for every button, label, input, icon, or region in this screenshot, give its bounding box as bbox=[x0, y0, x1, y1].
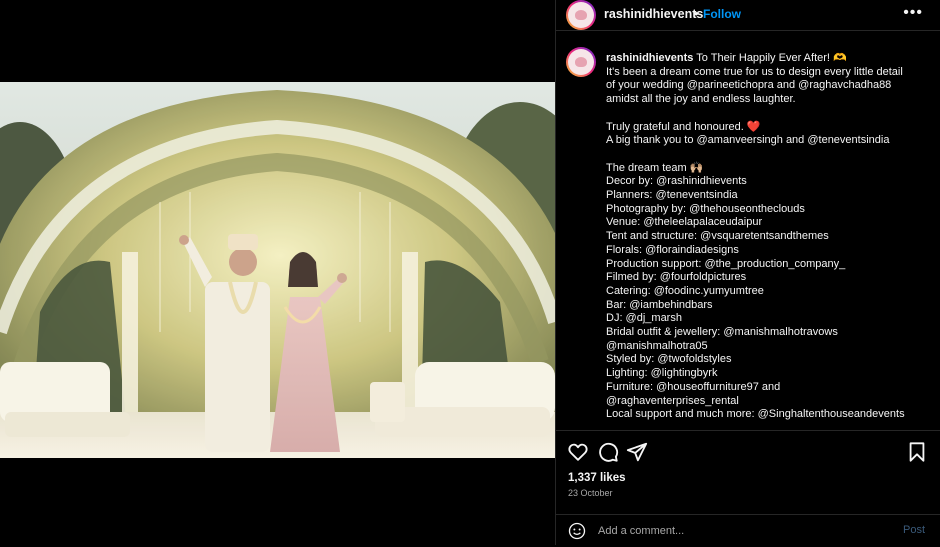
wedding-photo[interactable] bbox=[0, 82, 555, 458]
post-media bbox=[0, 0, 555, 545]
caption-line: Bar: @iambehindbars bbox=[606, 298, 713, 311]
post-caption: rashinidhievents To Their Happily Ever A… bbox=[606, 52, 924, 422]
caption-username[interactable]: rashinidhievents bbox=[606, 52, 693, 64]
brand-logo bbox=[568, 2, 594, 28]
comment-input[interactable] bbox=[598, 522, 878, 540]
caption-line: Florals: @floraindiadesigns bbox=[606, 243, 739, 256]
comment-bar: Post bbox=[556, 514, 940, 547]
caption-first-line: rashinidhievents To Their Happily Ever A… bbox=[606, 52, 924, 66]
caption-line: Lighting: @lightingbyrk bbox=[606, 367, 718, 380]
bookmark-icon[interactable] bbox=[906, 441, 928, 463]
caption-line: @raghaventerprises_rental bbox=[606, 394, 739, 407]
header-username[interactable]: rashinidhievents bbox=[604, 7, 703, 21]
caption-line: Production support: @the_production_comp… bbox=[606, 257, 846, 270]
caption-line: Planners: @teneventsindia bbox=[606, 189, 738, 201]
heart-icon[interactable] bbox=[567, 441, 589, 463]
post-actions: 1,337 likes 23 October Post bbox=[556, 430, 940, 546]
smiley-icon[interactable] bbox=[568, 522, 586, 540]
post-header: rashinidhievents • Follow ••• bbox=[556, 0, 940, 31]
caption-line: Venue: @theleelapalaceudaipur bbox=[606, 216, 763, 229]
caption-line: The dream team 🙌🏼 bbox=[606, 161, 704, 174]
more-options-icon[interactable]: ••• bbox=[903, 4, 923, 22]
caption-line: Tent and structure: @vsquaretentsandthem… bbox=[606, 230, 829, 243]
caption-line: It's been a dream come true for us to de… bbox=[606, 65, 903, 78]
caption-title: To Their Happily Ever After! 🫶 bbox=[696, 52, 847, 64]
caption-line: Photography by: @thehouseontheclouds bbox=[606, 202, 805, 215]
caption-body: It's been a dream come true for us to de… bbox=[606, 66, 924, 422]
header-dot-separator: • bbox=[694, 7, 699, 21]
brand-logo bbox=[568, 49, 594, 75]
likes-count[interactable]: 1,337 likes bbox=[568, 472, 626, 484]
caption-line: amidst all the joy and endless laughter. bbox=[606, 93, 796, 106]
avatar[interactable] bbox=[566, 0, 596, 30]
caption-line: Catering: @foodinc.yumyumtree bbox=[606, 284, 764, 297]
follow-button[interactable]: Follow bbox=[703, 7, 741, 21]
caption-line: Local support and much more: @Singhalten… bbox=[606, 408, 905, 421]
caption-line: A big thank you to @amanveersingh and @t… bbox=[606, 134, 890, 147]
caption-avatar[interactable] bbox=[566, 47, 596, 77]
caption-line: Filmed by: @fourfoldpictures bbox=[606, 271, 747, 284]
caption-line: DJ: @dj_marsh bbox=[606, 312, 682, 325]
paper-plane-icon[interactable] bbox=[626, 441, 648, 463]
comment-icon[interactable] bbox=[597, 441, 619, 463]
post-side-panel: rashinidhievents • Follow ••• rashinidhi… bbox=[555, 0, 940, 545]
caption-line: Furniture: @houseoffurniture97 and bbox=[606, 380, 781, 393]
caption-line: Styled by: @twofoldstyles bbox=[606, 353, 732, 366]
caption-line: of your wedding @parineetichopra and @ra… bbox=[606, 79, 892, 92]
caption-line: @manishmalhotra05 bbox=[606, 339, 708, 352]
caption-line: Truly grateful and honoured. ❤️ bbox=[606, 120, 761, 133]
post-comment-button[interactable]: Post bbox=[903, 524, 925, 536]
caption-line: Decor by: @rashinidhievents bbox=[606, 175, 747, 188]
caption-line: Bridal outfit & jewellery: @manishmalhot… bbox=[606, 326, 838, 339]
post-date: 23 October bbox=[568, 488, 613, 498]
wedding-photo-image bbox=[0, 82, 555, 458]
